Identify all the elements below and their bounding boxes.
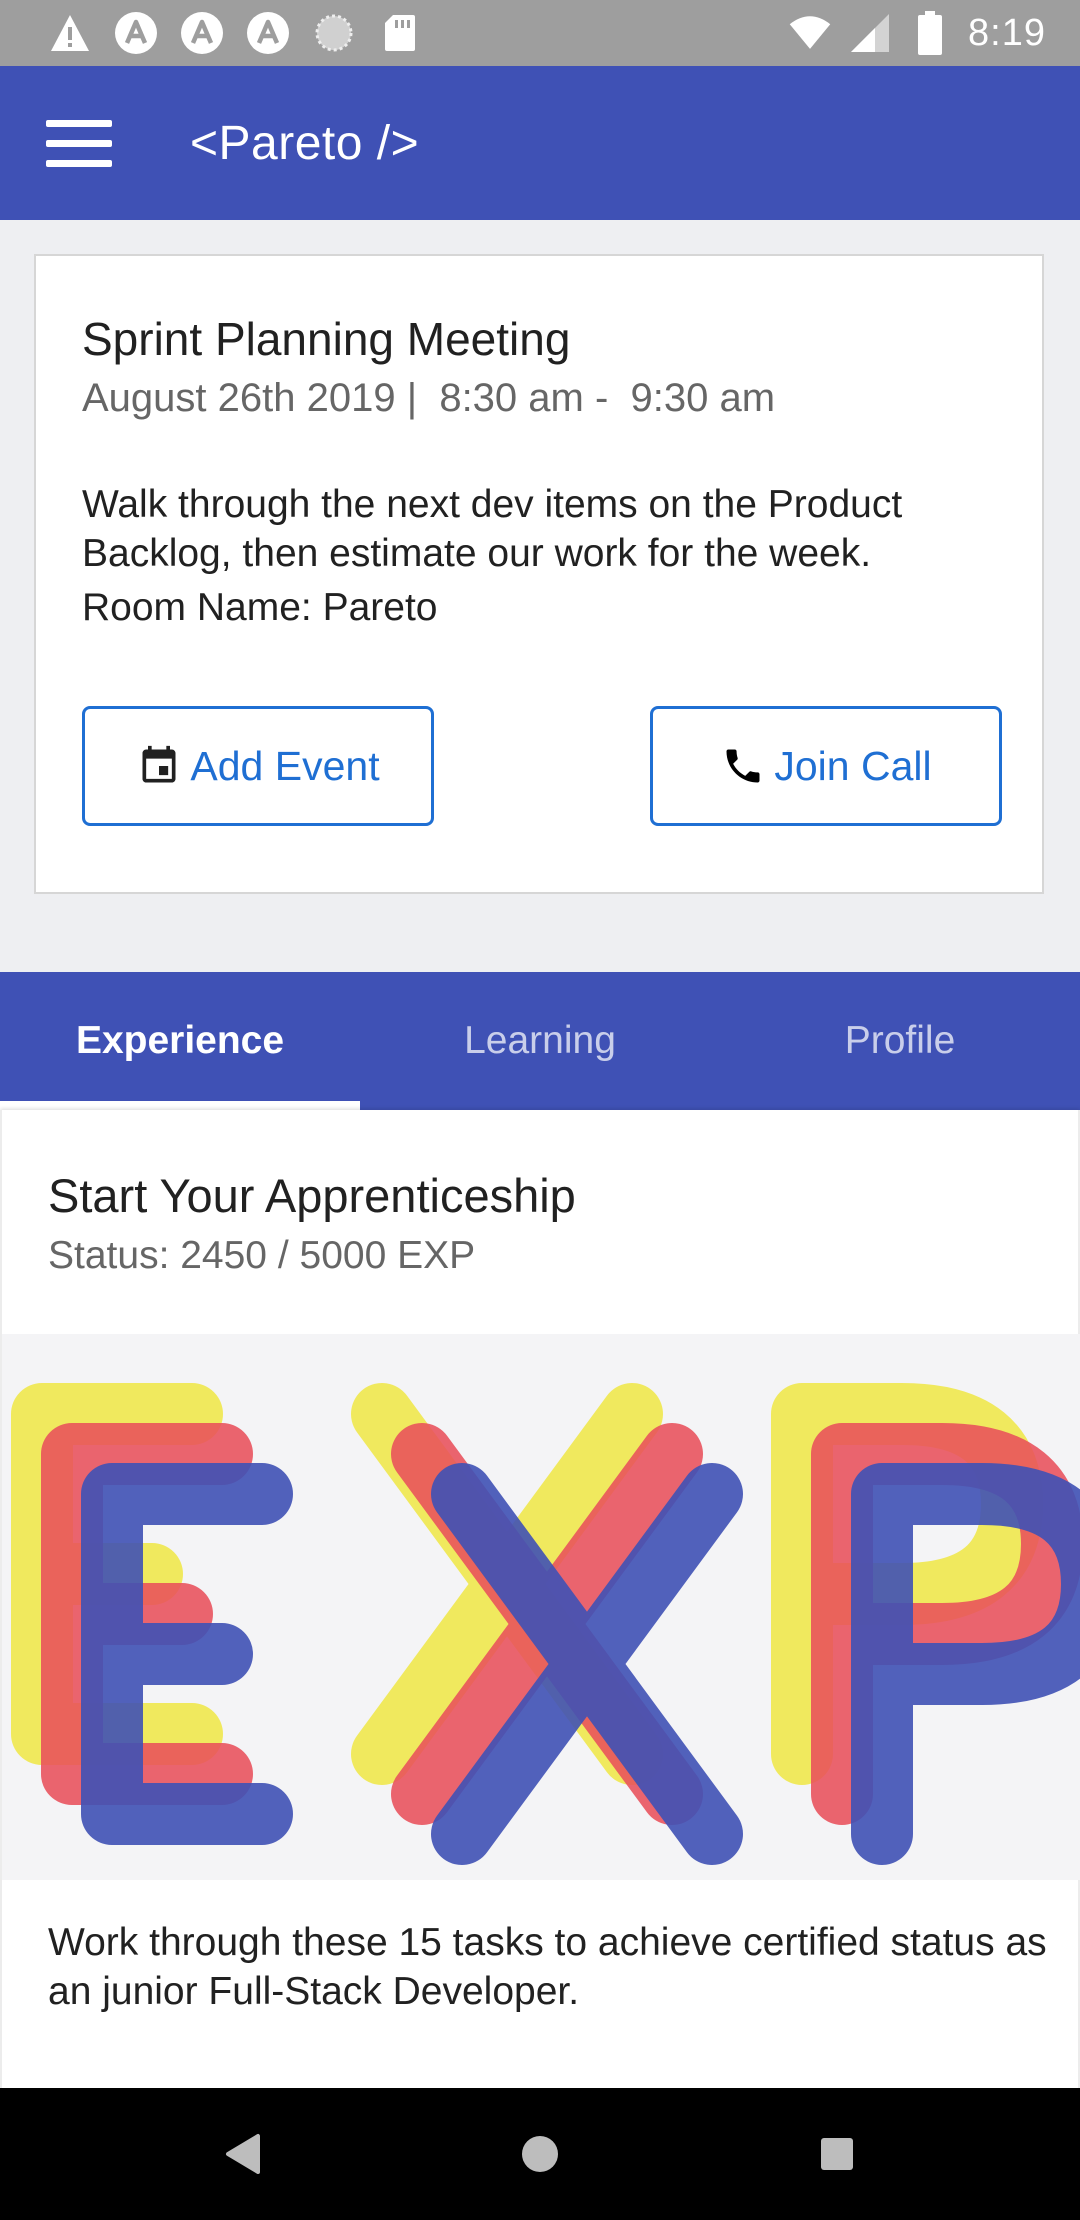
sd-card-icon — [378, 11, 422, 55]
join-call-button[interactable]: Join Call — [650, 706, 1002, 826]
tab-profile[interactable]: Profile — [720, 972, 1080, 1110]
add-event-button[interactable]: Add Event — [82, 706, 434, 826]
tab-experience[interactable]: Experience — [0, 972, 360, 1110]
tab-label: Learning — [464, 1019, 616, 1062]
calendar-icon — [136, 743, 182, 789]
clock: 8:19 — [968, 11, 1046, 54]
experience-status: Status: 2450 / 5000 EXP — [48, 1234, 476, 1277]
angular-app-icon — [180, 11, 224, 55]
angular-app-icon — [246, 11, 290, 55]
battery-icon — [908, 11, 952, 55]
event-date-time: August 26th 2019 | 8:30 am - 9:30 am — [82, 376, 776, 420]
exp-logo-graphic — [11, 1383, 1080, 1865]
event-room: Room Name: Pareto — [82, 586, 438, 629]
add-event-label: Add Event — [190, 742, 380, 789]
navigation-bar — [0, 2088, 1080, 2220]
signal-icon — [848, 11, 892, 55]
app-title: <Pareto /> — [190, 117, 420, 170]
experience-title: Start Your Apprenticeship — [48, 1169, 576, 1222]
exp-banner-image — [2, 1334, 1080, 1880]
home-icon[interactable] — [500, 2118, 580, 2190]
tab-label: Experience — [75, 1019, 285, 1062]
hamburger-menu-icon[interactable] — [46, 110, 130, 176]
notification-icons — [48, 10, 422, 56]
app-bar: <Pareto /> — [0, 66, 1080, 220]
back-icon[interactable] — [202, 2118, 282, 2190]
join-call-label: Join Call — [774, 742, 932, 789]
system-icons: 8:19 — [788, 8, 1046, 58]
event-description: Walk through the next dev items on the P… — [82, 483, 903, 575]
recents-icon[interactable] — [797, 2118, 877, 2190]
phone-icon — [720, 743, 766, 789]
experience-description: Work through these 15 tasks to achieve c… — [48, 1921, 1047, 2013]
loading-icon — [312, 11, 356, 55]
warning-icon — [48, 11, 92, 55]
status-bar: 8:19 — [0, 0, 1080, 66]
tab-bar: Experience Learning Profile — [0, 972, 1080, 1110]
active-tab-indicator — [0, 1101, 360, 1110]
event-title: Sprint Planning Meeting — [82, 313, 571, 365]
tab-learning[interactable]: Learning — [360, 972, 720, 1110]
experience-card[interactable]: Start Your Apprenticeship Status: 2450 /… — [0, 1110, 1080, 2110]
event-card: Sprint Planning Meeting August 26th 2019… — [34, 254, 1044, 894]
angular-app-icon — [114, 11, 158, 55]
tab-label: Profile — [844, 1019, 956, 1062]
wifi-icon — [788, 11, 832, 55]
